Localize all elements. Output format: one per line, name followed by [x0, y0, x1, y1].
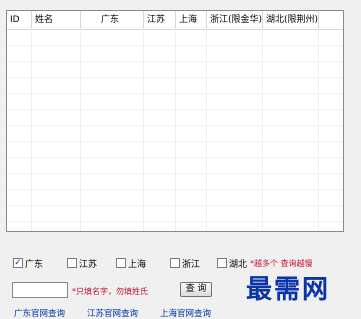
- checkbox-box[interactable]: [67, 258, 77, 268]
- row-divider: [7, 77, 343, 78]
- column-divider: [206, 29, 207, 231]
- row-divider: [7, 45, 343, 46]
- name-search-input[interactable]: [12, 282, 68, 298]
- column-divider: [143, 29, 144, 231]
- column-divider: [175, 29, 176, 231]
- checkbox-label: 江苏: [79, 259, 98, 270]
- checkbox-box[interactable]: ✓: [13, 258, 23, 268]
- checkbox-label: 上海: [128, 259, 147, 270]
- column-header-id[interactable]: ID: [7, 11, 32, 29]
- checkbox-zhejiang[interactable]: 浙江: [170, 257, 201, 270]
- column-divider: [31, 29, 32, 231]
- column-header-name[interactable]: 姓名: [32, 11, 81, 29]
- row-divider: [7, 93, 343, 94]
- row-divider: [7, 61, 343, 62]
- shanghai-website-link[interactable]: 上海官网查询: [160, 307, 211, 319]
- table-header: ID 姓名 广东 江苏 上海 浙江(限金华) 湖北(限荆州): [7, 11, 343, 30]
- checkbox-shanghai[interactable]: 上海: [116, 257, 147, 270]
- search-hint: *只填名字，勿填姓氏: [72, 287, 148, 296]
- checkbox-box[interactable]: [116, 258, 126, 268]
- checkbox-box[interactable]: [217, 258, 227, 268]
- row-divider: [7, 109, 343, 110]
- checkbox-jiangsu[interactable]: 江苏: [67, 257, 98, 270]
- column-divider: [262, 29, 263, 231]
- row-divider: [7, 189, 343, 190]
- column-header-jiangsu[interactable]: 江苏: [144, 11, 176, 29]
- checkbox-hubei[interactable]: 湖北: [217, 257, 248, 270]
- row-divider: [7, 141, 343, 142]
- column-header-guangdong[interactable]: 广东: [81, 11, 144, 29]
- column-divider: [318, 29, 319, 231]
- checkbox-label: 广东: [25, 259, 44, 270]
- checkbox-guangdong[interactable]: ✓ 广东: [13, 257, 44, 270]
- site-watermark: 最需网: [246, 275, 331, 305]
- checkbox-label: 浙江: [182, 259, 201, 270]
- row-divider: [7, 205, 343, 206]
- column-header-hubei[interactable]: 湖北(限荆州): [263, 11, 319, 29]
- jiangsu-website-link[interactable]: 江苏官网查询: [87, 307, 138, 319]
- row-divider: [7, 125, 343, 126]
- column-header-zhejiang[interactable]: 浙江(限金华): [207, 11, 263, 29]
- results-table[interactable]: ID 姓名 广东 江苏 上海 浙江(限金华) 湖北(限荆州): [6, 10, 344, 232]
- checkbox-box[interactable]: [170, 258, 180, 268]
- checkbox-label: 湖北: [229, 259, 248, 270]
- checkbox-hint: *越多个 查询越慢: [250, 259, 313, 268]
- row-divider: [7, 173, 343, 174]
- search-button[interactable]: 查 询: [180, 282, 212, 297]
- row-divider: [7, 157, 343, 158]
- row-divider: [7, 221, 343, 222]
- column-divider: [80, 29, 81, 231]
- column-header-shanghai[interactable]: 上海: [176, 11, 207, 29]
- guangdong-website-link[interactable]: 广东官网查询: [14, 307, 65, 319]
